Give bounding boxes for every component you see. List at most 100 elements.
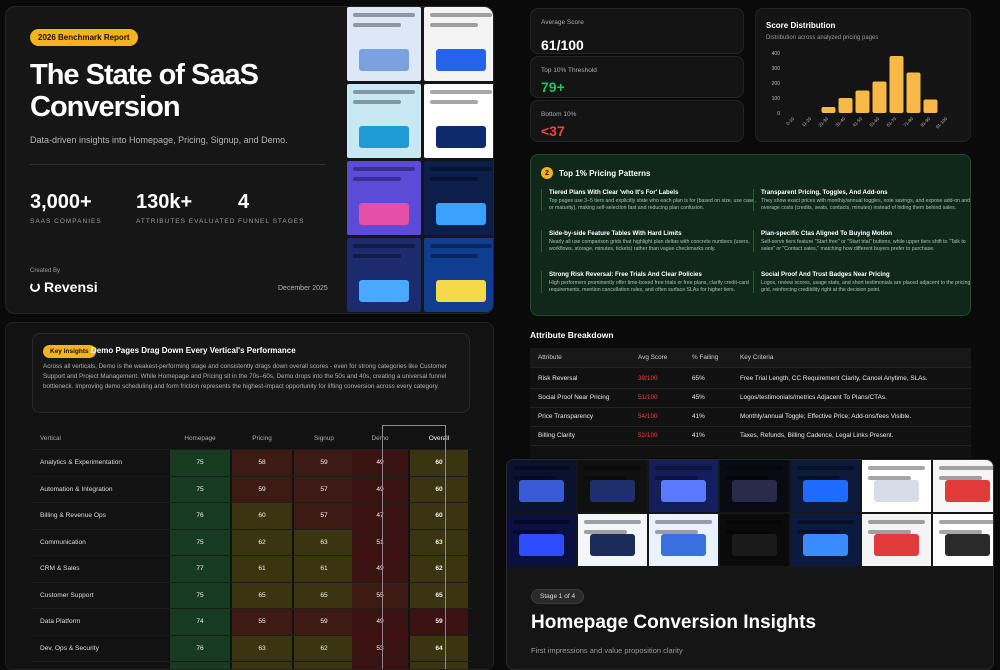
attribute-cell-failing: 41% bbox=[692, 413, 705, 420]
attribute-cell-attribute: Price Transparency bbox=[538, 413, 594, 420]
thumbnail-nav bbox=[430, 244, 492, 248]
homepage-stage-card: Stage 1 of 4 Homepage Conversion Insight… bbox=[506, 459, 994, 670]
thumbnail-nav bbox=[353, 167, 415, 171]
page-screenshot-thumbnail bbox=[791, 460, 860, 512]
page-screenshot-thumbnail bbox=[933, 460, 993, 512]
report-badge: 2026 Benchmark Report bbox=[30, 29, 138, 46]
score-cell: 58 bbox=[232, 450, 292, 476]
attribute-row: Risk Reversal 39/100 65% Free Trial Length,… bbox=[530, 369, 971, 389]
vertical-row: Communication 75 62 63 51 63 bbox=[32, 529, 472, 556]
thumbnail-headline bbox=[430, 100, 478, 104]
page-screenshot-thumbnail bbox=[347, 84, 421, 158]
thumbnail-nav bbox=[726, 466, 783, 470]
attribute-table: Attribute Avg Score % Failing Key Criteria R… bbox=[530, 348, 971, 458]
vertical-name: Billing & Revenue Ops bbox=[40, 512, 106, 520]
score-cell: 61 bbox=[232, 556, 292, 582]
pattern-item: Tiered Plans With Clear 'who It's For' L… bbox=[541, 189, 759, 212]
column-header: % Failing bbox=[692, 354, 719, 361]
score-cell: 60 bbox=[232, 503, 292, 529]
page-screenshot-thumbnail bbox=[720, 514, 789, 566]
score-cell: 65 bbox=[294, 582, 354, 608]
attribute-cell-criteria: Free Trial Length, CC Requirement Clarit… bbox=[740, 375, 928, 382]
vertical-name: Dev, Ops & Security bbox=[40, 644, 99, 652]
brand-logo: Revensi bbox=[30, 279, 98, 295]
score-cell: 49 bbox=[352, 476, 408, 502]
vertical-insights-panel: Key Insights Demo Pages Drag Down Every … bbox=[5, 322, 494, 670]
thumbnail-nav bbox=[726, 520, 783, 524]
thumbnail-hero-block bbox=[359, 280, 409, 302]
pattern-description: Self-serve tiers feature "Start free" or… bbox=[761, 239, 966, 252]
page-screenshot-thumbnail bbox=[791, 514, 860, 566]
stat-companies: 3,000+ SAAS COMPANIES bbox=[30, 191, 102, 225]
key-insights-badge: Key Insights bbox=[43, 345, 96, 358]
thumbnail-hero-block bbox=[436, 280, 486, 302]
thumbnail-hero-block bbox=[945, 480, 990, 502]
stage-subtitle: First impressions and value proposition … bbox=[531, 646, 683, 655]
insight-title: Demo Pages Drag Down Every Vertical's Pe… bbox=[91, 346, 296, 355]
thumbnail-hero-block bbox=[436, 203, 486, 225]
column-header: Pricing bbox=[252, 434, 272, 442]
pattern-description: Nearly all use comparison grids that hig… bbox=[549, 239, 750, 252]
score-cell: 75 bbox=[170, 582, 230, 608]
thumbnail-headline bbox=[430, 23, 478, 27]
column-header: Signup bbox=[314, 434, 334, 442]
pattern-description: High performers prominently offer time-b… bbox=[549, 280, 749, 293]
vertical-name: Analytics & Experimentation bbox=[40, 459, 123, 467]
distribution-bar bbox=[855, 90, 870, 113]
attribute-cell-score: 54/100 bbox=[638, 413, 658, 420]
x-tick-label: 31-40 bbox=[835, 116, 847, 128]
distribution-bar bbox=[821, 107, 836, 113]
page-screenshot-thumbnail bbox=[720, 460, 789, 512]
pattern-title: Side-by-side Feature Tables With Hard Li… bbox=[549, 230, 682, 237]
thumbnail-hero-block bbox=[590, 480, 635, 502]
score-cell: 55 bbox=[232, 609, 292, 635]
attribute-cell-attribute: Social Proof Near Pricing bbox=[538, 394, 610, 401]
pattern-title: Plan-specific Ctas Aligned To Buying Mot… bbox=[761, 230, 892, 237]
vertical-table-header: Vertical Homepage Pricing Signup Demo Overall bbox=[32, 427, 472, 450]
thumbnail-headline bbox=[430, 254, 478, 258]
score-cell: 49 bbox=[352, 556, 408, 582]
top-threshold-card: Top 10% Threshold 79+ bbox=[530, 56, 744, 98]
thumbnail-nav bbox=[430, 167, 492, 171]
thumbnail-hero-block bbox=[803, 534, 848, 556]
distribution-chart: 400 300 200 100 0 0-10 11-20 21-30 31-40 41-50 51-… bbox=[772, 51, 949, 130]
distribution-bar bbox=[923, 99, 938, 113]
pattern-item: Transparent Pricing, Toggles, And Add-on… bbox=[753, 189, 970, 212]
thumbnail-hero-block bbox=[732, 534, 777, 556]
score-cell: 60 bbox=[410, 476, 468, 502]
thumbnail-headline bbox=[430, 177, 478, 181]
pattern-description: Logos, review scores, usage stats, and s… bbox=[761, 280, 971, 293]
score-cell: 76 bbox=[170, 635, 230, 661]
y-tick-label: 0 bbox=[777, 111, 780, 117]
average-score-card: Average Score 61/100 bbox=[530, 8, 744, 54]
page-screenshot-thumbnail bbox=[507, 460, 576, 512]
column-header: Attribute bbox=[538, 354, 562, 361]
score-cell: 77 bbox=[170, 556, 230, 582]
vertical-row: Analytics & Experimentation 75 58 59 49 60 bbox=[32, 450, 472, 477]
thumbnail-nav bbox=[513, 520, 570, 524]
attribute-cell-score: 52/100 bbox=[638, 432, 658, 439]
thumbnail-hero-block bbox=[436, 49, 486, 71]
stat-attributes: 130k+ ATTRIBUTES EVALUATED bbox=[136, 191, 236, 225]
column-header: Avg Score bbox=[638, 354, 668, 361]
stage-badge: Stage 1 of 4 bbox=[531, 589, 585, 604]
thumbnail-hero-block bbox=[359, 49, 409, 71]
average-score-value: 61/100 bbox=[541, 37, 584, 53]
score-cell: 49 bbox=[352, 450, 408, 476]
score-cell: 62 bbox=[294, 635, 354, 661]
top-threshold-value: 79+ bbox=[541, 79, 565, 95]
score-cell: 64 bbox=[410, 662, 468, 669]
vertical-row: CRM & Sales 77 61 61 49 62 bbox=[32, 556, 472, 583]
score-cell: 62 bbox=[410, 556, 468, 582]
chart-title: Score Distribution bbox=[766, 21, 836, 30]
pattern-title: Social Proof And Trust Badges Near Prici… bbox=[761, 271, 890, 278]
created-by-label: Created By bbox=[30, 268, 61, 274]
score-cell: 60 bbox=[410, 503, 468, 529]
score-cell: 57 bbox=[294, 503, 354, 529]
divider bbox=[30, 164, 325, 165]
vertical-row: Customer Support 75 65 65 55 65 bbox=[32, 582, 472, 609]
thumbnail-nav bbox=[868, 520, 925, 524]
attribute-row: Price Transparency 54/100 41% Monthly/annua… bbox=[530, 407, 971, 427]
vertical-name: CRM & Sales bbox=[40, 565, 80, 573]
thumbnail-hero-block bbox=[661, 480, 706, 502]
